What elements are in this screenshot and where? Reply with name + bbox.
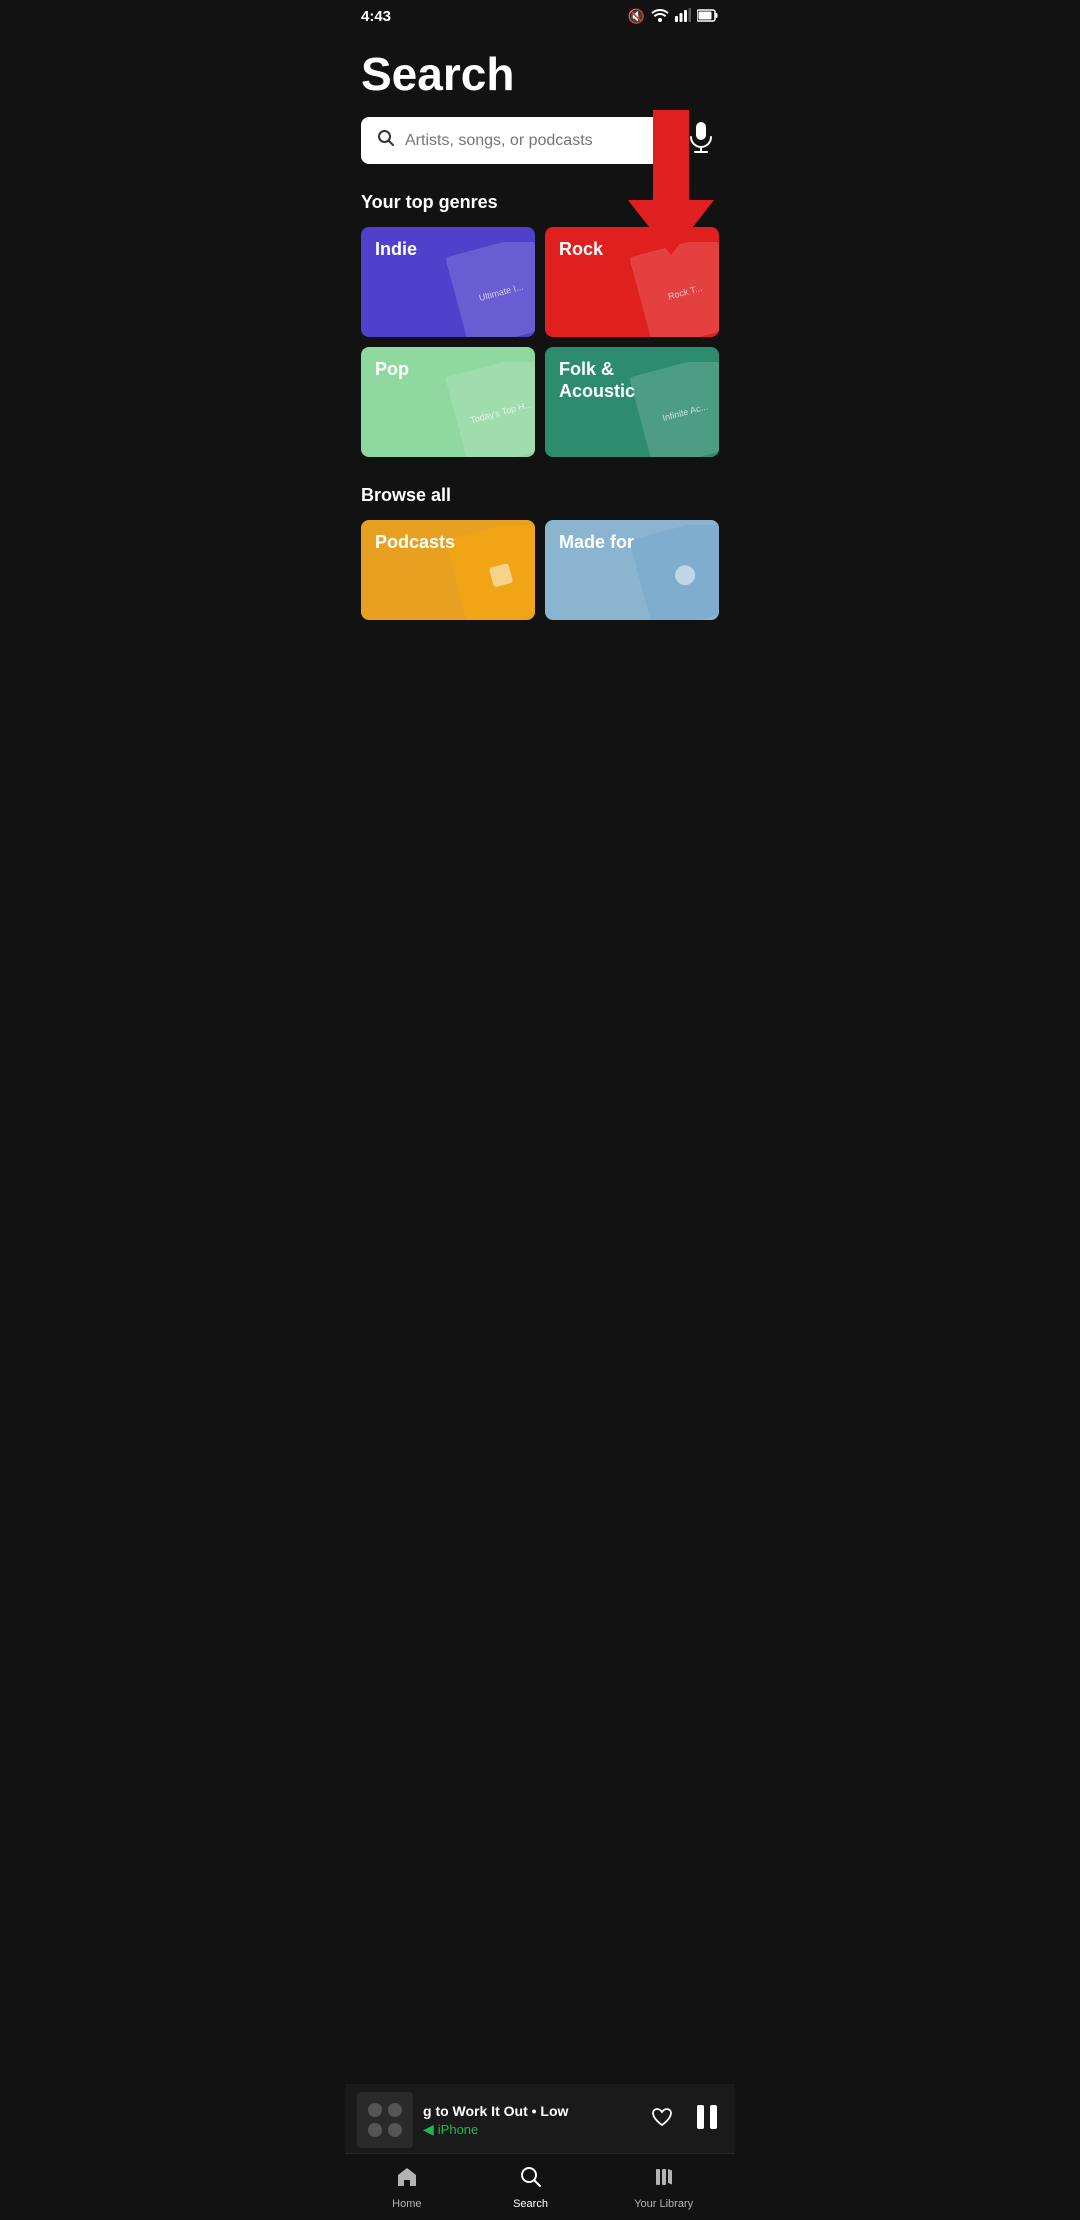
genre-art-indie: Ultimate I...: [445, 242, 535, 337]
wifi-icon: [651, 8, 669, 25]
status-icons: 🔇: [628, 8, 719, 25]
art-dot: [368, 2123, 382, 2137]
search-bar[interactable]: [361, 117, 671, 164]
search-bar-row: [361, 117, 719, 164]
genre-card-indie[interactable]: Indie Ultimate I...: [361, 227, 535, 337]
mic-button[interactable]: [683, 117, 719, 164]
genre-label-folk: Folk & Acoustic: [559, 359, 635, 402]
browse-label-podcasts: Podcasts: [375, 532, 455, 553]
top-genres-heading: Your top genres: [361, 192, 719, 213]
genre-label-pop: Pop: [375, 359, 409, 381]
nav-item-search[interactable]: Search: [491, 2162, 571, 2214]
mic-icon: [687, 121, 715, 160]
mute-icon: 🔇: [628, 8, 645, 25]
browse-art-podcasts: [445, 525, 535, 620]
heart-button[interactable]: [647, 2103, 677, 2137]
status-time: 4:43: [361, 8, 391, 25]
now-playing-device: ◀ iPhone: [423, 2121, 637, 2138]
genre-card-rock[interactable]: Rock Rock T...: [545, 227, 719, 337]
genre-art-pop: Today's Top H...: [445, 362, 535, 457]
now-playing-info: g to Work It Out • Low ◀ iPhone: [423, 2103, 637, 2138]
art-dot: [388, 2123, 402, 2137]
nav-label-search: Search: [513, 2198, 548, 2210]
nav-item-home[interactable]: Home: [367, 2162, 447, 2214]
battery-icon: [697, 9, 719, 25]
art-dot: [388, 2103, 402, 2117]
nav-label-library: Your Library: [634, 2198, 693, 2210]
art-dot: [368, 2103, 382, 2117]
browse-card-made-for[interactable]: Made for: [545, 520, 719, 620]
home-icon: [396, 2166, 418, 2194]
signal-icon: [675, 8, 691, 25]
search-bar-icon: [377, 129, 395, 152]
browse-grid: Podcasts Made for: [361, 520, 719, 620]
device-icon: ◀: [423, 2121, 434, 2138]
now-playing-controls: [647, 2099, 723, 2141]
pause-button[interactable]: [691, 2099, 723, 2141]
browse-label-made-for: Made for: [559, 532, 634, 553]
now-playing-art: [357, 2092, 413, 2148]
browse-all-heading: Browse all: [361, 485, 719, 506]
genre-card-pop[interactable]: Pop Today's Top H...: [361, 347, 535, 457]
nav-item-library[interactable]: Your Library: [614, 2162, 713, 2214]
genre-art-folk: Infinite Ac...: [629, 362, 719, 457]
browse-art-made-for: [629, 525, 719, 620]
main-content: Search: [345, 29, 735, 760]
browse-card-podcasts[interactable]: Podcasts: [361, 520, 535, 620]
page-title: Search: [361, 47, 719, 101]
device-label: iPhone: [438, 2122, 478, 2137]
nav-label-home: Home: [392, 2198, 421, 2210]
library-icon: [653, 2166, 675, 2194]
now-playing-bar[interactable]: g to Work It Out • Low ◀ iPhone: [345, 2084, 735, 2156]
genre-grid: Indie Ultimate I... Rock Rock T... Pop T…: [361, 227, 719, 457]
bottom-nav: Home Search Your Library: [345, 2153, 735, 2220]
genre-art-rock: Rock T...: [629, 242, 719, 337]
genre-label-rock: Rock: [559, 239, 603, 261]
status-bar: 4:43 🔇: [345, 0, 735, 29]
search-nav-icon: [520, 2166, 542, 2194]
art-dots: [358, 2093, 412, 2147]
genre-card-folk[interactable]: Folk & Acoustic Infinite Ac...: [545, 347, 719, 457]
now-playing-title: g to Work It Out • Low: [423, 2103, 637, 2119]
search-input[interactable]: [405, 132, 655, 150]
genre-label-indie: Indie: [375, 239, 417, 261]
